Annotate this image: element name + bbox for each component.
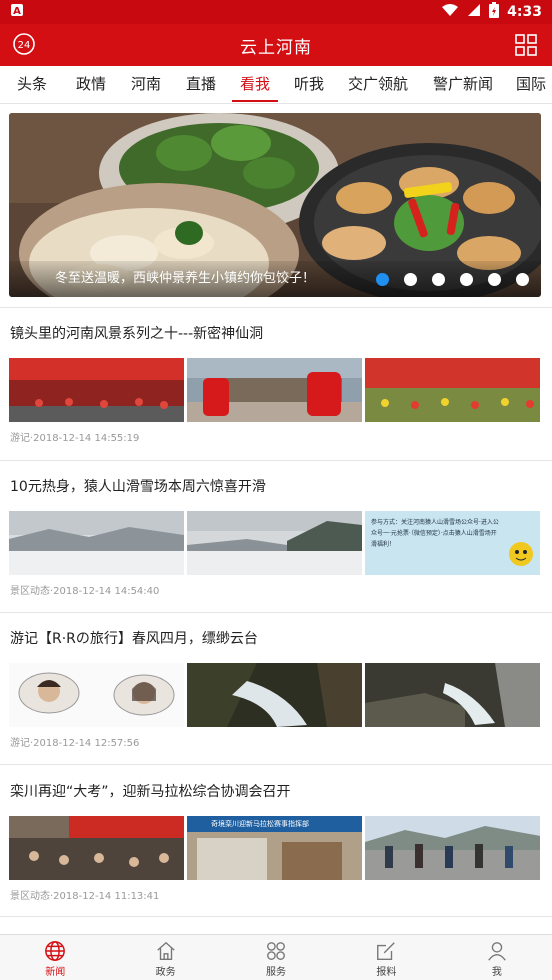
carousel-dot[interactable] (404, 273, 417, 286)
app-title: 云上河南 (240, 37, 312, 58)
nav-me[interactable]: 我 (442, 935, 552, 980)
nav-label: 报料 (376, 967, 397, 978)
divider (0, 307, 552, 308)
news-thumbnail: 参与方式：关注河南猿人山滑雪场公众号·进入公众号一·元抢票·（微信预定）·点击猿… (365, 511, 540, 575)
news-thumbnails: 奇境栾川迎新马拉松赛事指挥部 (9, 816, 541, 880)
news-meta: 游记·2018-12-14 14:55:19 (10, 433, 140, 444)
cartoon-icon (509, 542, 533, 566)
carousel-dot[interactable] (460, 273, 473, 286)
badge-24-icon[interactable]: 24 (12, 32, 36, 56)
battery-icon (489, 2, 500, 22)
wifi-icon (441, 3, 459, 21)
banner-text: 奇境栾川迎新马拉松赛事指挥部 (187, 816, 362, 832)
news-thumbnails (9, 358, 541, 422)
nav-news[interactable]: 新闻 (0, 935, 110, 980)
nav-services[interactable]: 服务 (221, 935, 331, 980)
status-bar: A 4:33 (0, 0, 552, 24)
carousel-dot[interactable] (432, 273, 445, 286)
news-thumbnail (187, 511, 362, 575)
signal-icon (467, 3, 481, 21)
news-feed[interactable]: 冬至送温暖，西峡仲景养生小镇约你包饺子！ 镜头里的河南风景系列之十---新密神仙… (0, 104, 552, 934)
divider (0, 460, 552, 461)
tab-headlines[interactable]: 头条 (0, 66, 64, 103)
nav-label: 政务 (155, 967, 176, 978)
news-title: 镜头里的河南风景系列之十---新密神仙洞 (10, 326, 264, 342)
nav-label: 新闻 (45, 967, 66, 978)
news-item[interactable]: 10元热身，猿人山滑雪场本周六惊喜开滑 参与方式：关注河南猿人山滑雪场公众号·进… (0, 473, 552, 611)
news-title: 游记【R·Rの旅行】春风四月，缥缈云台 (10, 631, 258, 647)
nav-government[interactable]: 政务 (110, 935, 220, 980)
news-meta: 游记·2018-12-14 12:57:56 (10, 738, 140, 749)
notification-icon: A (10, 3, 24, 21)
carousel-dot[interactable] (376, 273, 389, 286)
divider (0, 764, 552, 765)
divider (0, 612, 552, 613)
news-thumbnail (9, 663, 184, 727)
clock: 4:33 (507, 4, 542, 20)
news-item[interactable]: 栾川再迎“大考”，迎新马拉松综合协调会召开 奇境栾川迎新马拉松赛事指挥部 景区动… (0, 778, 552, 916)
nav-label: 服务 (266, 967, 287, 978)
carousel-dot[interactable] (488, 273, 501, 286)
news-item[interactable]: 镜头里的河南风景系列之十---新密神仙洞 游记·2018-12-14 14:55… (0, 320, 552, 458)
apps-icon (267, 942, 285, 960)
bottom-navigation: 新闻 政务 服务 报料 我 (0, 934, 552, 980)
divider (0, 916, 552, 917)
news-thumbnail (365, 663, 540, 727)
news-meta: 景区动态·2018-12-14 11:13:41 (10, 891, 160, 902)
edit-icon (377, 942, 396, 960)
promo-text: 参与方式：关注河南猿人山滑雪场公众号·进入公众号一·元抢票·（微信预定）·点击猿… (371, 519, 499, 548)
news-title: 10元热身，猿人山滑雪场本周六惊喜开滑 (10, 479, 266, 495)
news-thumbnail (187, 663, 362, 727)
user-icon (488, 942, 506, 961)
banner-carousel[interactable]: 冬至送温暖，西峡仲景养生小镇约你包饺子！ (9, 113, 541, 297)
news-thumbnail (9, 816, 184, 880)
news-thumbnail (365, 816, 540, 880)
news-item[interactable]: 游记【R·Rの旅行】春风四月，缥缈云台 游记·2018-12-14 12:57:… (0, 625, 552, 763)
news-thumbnail (365, 358, 540, 422)
carousel-indicator (376, 273, 529, 286)
app-bar: 24 云上河南 (0, 24, 552, 66)
news-title: 栾川再迎“大考”，迎新马拉松综合协调会召开 (10, 784, 291, 800)
news-thumbnail (9, 511, 184, 575)
tab-listen[interactable]: 听我 (282, 66, 336, 103)
nav-label: 我 (491, 967, 502, 978)
tab-watch[interactable]: 看我 (232, 66, 278, 103)
nav-report[interactable]: 报料 (331, 935, 441, 980)
svg-text:A: A (13, 6, 21, 17)
home-icon (156, 941, 175, 960)
category-tabs: 头条 政情 河南 直播 看我 听我 交广领航 警广新闻 国际 (0, 66, 552, 104)
tab-police-news[interactable]: 警广新闻 (420, 66, 506, 103)
svg-text:24: 24 (18, 40, 31, 51)
tab-traffic-radio[interactable]: 交广领航 (336, 66, 420, 103)
news-thumbnails: 参与方式：关注河南猿人山滑雪场公众号·进入公众号一·元抢票·（微信预定）·点击猿… (9, 511, 541, 575)
news-thumbnail (9, 358, 184, 422)
tab-henan[interactable]: 河南 (118, 66, 174, 103)
grid-icon[interactable] (514, 33, 538, 57)
news-thumbnails (9, 663, 541, 727)
tab-international[interactable]: 国际 (506, 66, 552, 103)
globe-icon (45, 941, 66, 961)
news-thumbnail: 奇境栾川迎新马拉松赛事指挥部 (187, 816, 362, 880)
app-root: A 4:33 24 云上河南 头条 政情 河南 直播 看我 听我 交广领航 警广… (0, 0, 552, 980)
news-thumbnail (187, 358, 362, 422)
tab-live[interactable]: 直播 (174, 66, 228, 103)
news-meta: 景区动态·2018-12-14 14:54:40 (10, 586, 160, 597)
carousel-dot[interactable] (516, 273, 529, 286)
tab-politics[interactable]: 政情 (64, 66, 118, 103)
